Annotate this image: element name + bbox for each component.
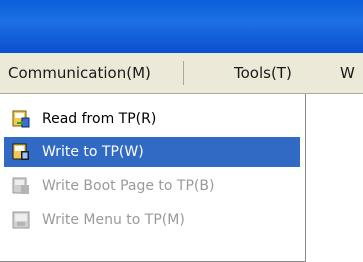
write-boot-page-icon	[12, 177, 29, 194]
menu-tools[interactable]: Tools(T)	[234, 63, 292, 83]
read-from-tp-icon	[12, 110, 30, 128]
write-menu-icon	[12, 211, 30, 229]
menu-bar: Communication(M) Tools(T) W	[0, 53, 363, 94]
menu-item-label: Write Boot Page to TP(B)	[42, 178, 215, 194]
menu-communication[interactable]: Communication(M)	[8, 63, 151, 83]
menu-item-read-from-tp[interactable]: Read from TP(R)	[4, 104, 300, 134]
menu-item-write-boot-page[interactable]: Write Boot Page to TP(B)	[4, 171, 300, 201]
menu-window[interactable]: W	[340, 63, 355, 83]
menu-item-write-menu[interactable]: Write Menu to TP(M)	[4, 205, 300, 235]
communication-dropdown-menu: Read from TP(R) Write to TP(W) Write Boo…	[0, 94, 306, 262]
window-title-bar[interactable]	[0, 0, 363, 53]
menu-separator	[183, 61, 184, 85]
write-to-tp-icon	[12, 143, 29, 160]
menu-item-label: Read from TP(R)	[42, 111, 157, 127]
menu-item-write-to-tp[interactable]: Write to TP(W)	[4, 137, 300, 167]
menu-item-label: Write Menu to TP(M)	[42, 212, 185, 228]
menu-item-label: Write to TP(W)	[42, 144, 144, 160]
